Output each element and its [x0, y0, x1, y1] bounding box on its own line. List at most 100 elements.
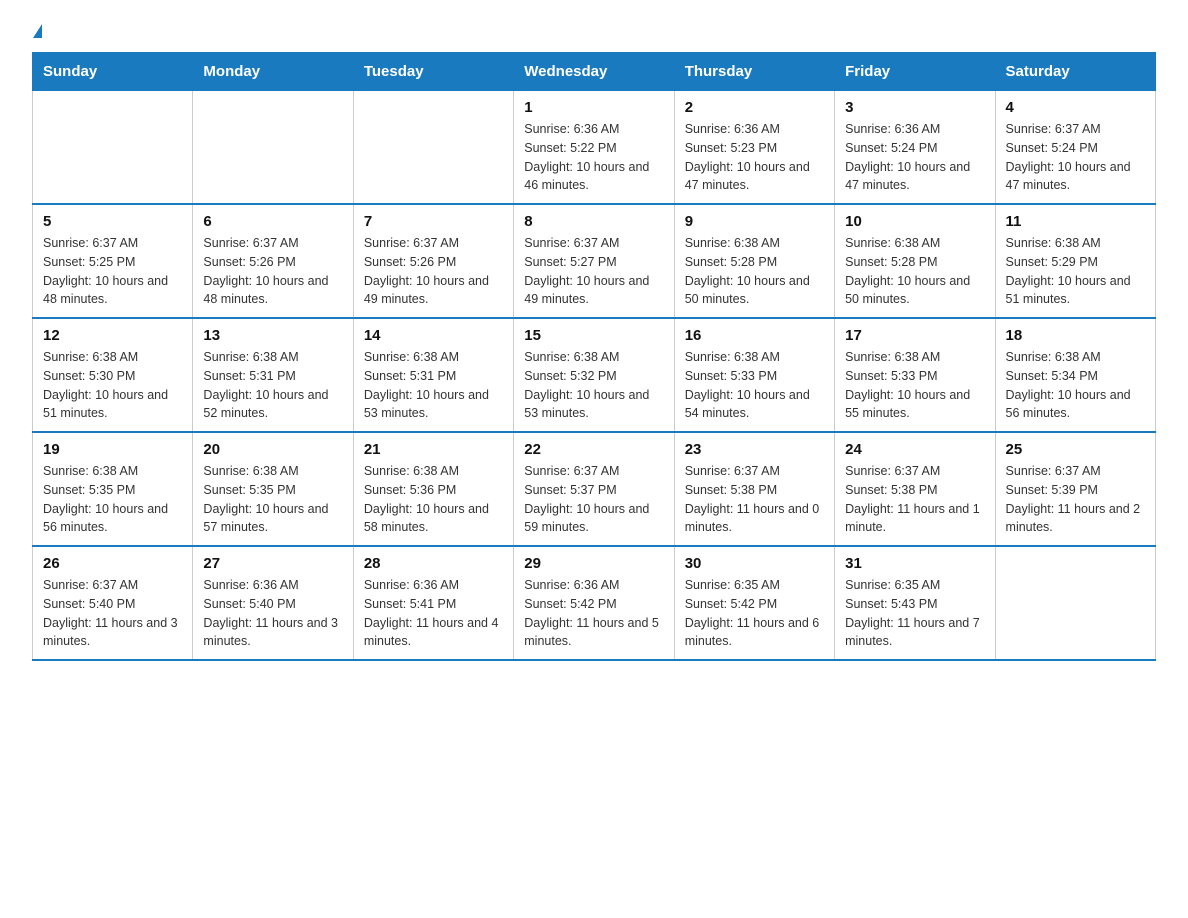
calendar-cell: 2 Sunrise: 6:36 AMSunset: 5:23 PMDaylight…	[674, 91, 834, 205]
calendar-cell: 8 Sunrise: 6:37 AMSunset: 5:27 PMDaylight…	[514, 204, 674, 318]
day-info: Sunrise: 6:37 AMSunset: 5:26 PMDaylight:…	[364, 234, 503, 309]
calendar-cell: 26 Sunrise: 6:37 AMSunset: 5:40 PMDayligh…	[33, 546, 193, 660]
calendar-cell: 6 Sunrise: 6:37 AMSunset: 5:26 PMDaylight…	[193, 204, 353, 318]
calendar-cell: 25 Sunrise: 6:37 AMSunset: 5:39 PMDayligh…	[995, 432, 1155, 546]
calendar-cell	[353, 91, 513, 205]
day-info: Sunrise: 6:38 AMSunset: 5:31 PMDaylight:…	[203, 348, 342, 423]
day-number: 8	[524, 213, 663, 230]
day-info: Sunrise: 6:37 AMSunset: 5:27 PMDaylight:…	[524, 234, 663, 309]
day-info: Sunrise: 6:38 AMSunset: 5:28 PMDaylight:…	[845, 234, 984, 309]
day-info: Sunrise: 6:38 AMSunset: 5:28 PMDaylight:…	[685, 234, 824, 309]
day-number: 15	[524, 327, 663, 344]
day-number: 25	[1006, 441, 1145, 458]
calendar-cell: 28 Sunrise: 6:36 AMSunset: 5:41 PMDayligh…	[353, 546, 513, 660]
calendar-cell: 30Sunrise: 6:35 AMSunset: 5:42 PMDayligh…	[674, 546, 834, 660]
calendar-cell: 10 Sunrise: 6:38 AMSunset: 5:28 PMDayligh…	[835, 204, 995, 318]
day-info: Sunrise: 6:37 AMSunset: 5:38 PMDaylight:…	[685, 462, 824, 537]
calendar-cell: 9 Sunrise: 6:38 AMSunset: 5:28 PMDaylight…	[674, 204, 834, 318]
day-number: 7	[364, 213, 503, 230]
day-number: 9	[685, 213, 824, 230]
day-info: Sunrise: 6:36 AMSunset: 5:24 PMDaylight:…	[845, 120, 984, 195]
calendar-header-wednesday: Wednesday	[514, 53, 674, 91]
day-number: 21	[364, 441, 503, 458]
calendar-cell: 23 Sunrise: 6:37 AMSunset: 5:38 PMDayligh…	[674, 432, 834, 546]
day-info: Sunrise: 6:37 AMSunset: 5:24 PMDaylight:…	[1006, 120, 1145, 195]
calendar-cell: 11Sunrise: 6:38 AMSunset: 5:29 PMDayligh…	[995, 204, 1155, 318]
calendar-cell: 31 Sunrise: 6:35 AMSunset: 5:43 PMDayligh…	[835, 546, 995, 660]
day-number: 4	[1006, 99, 1145, 116]
day-number: 17	[845, 327, 984, 344]
day-info: Sunrise: 6:37 AMSunset: 5:38 PMDaylight:…	[845, 462, 984, 537]
calendar-header-monday: Monday	[193, 53, 353, 91]
calendar-header-saturday: Saturday	[995, 53, 1155, 91]
day-info: Sunrise: 6:38 AMSunset: 5:30 PMDaylight:…	[43, 348, 182, 423]
logo	[32, 24, 43, 34]
page-header	[32, 24, 1156, 34]
day-info: Sunrise: 6:38 AMSunset: 5:31 PMDaylight:…	[364, 348, 503, 423]
calendar-week-3: 12 Sunrise: 6:38 AMSunset: 5:30 PMDayligh…	[33, 318, 1156, 432]
day-info: Sunrise: 6:38 AMSunset: 5:35 PMDaylight:…	[203, 462, 342, 537]
calendar-header-thursday: Thursday	[674, 53, 834, 91]
day-number: 20	[203, 441, 342, 458]
calendar-cell: 5 Sunrise: 6:37 AMSunset: 5:25 PMDaylight…	[33, 204, 193, 318]
day-number: 30	[685, 555, 824, 572]
calendar-cell: 19Sunrise: 6:38 AMSunset: 5:35 PMDayligh…	[33, 432, 193, 546]
day-info: Sunrise: 6:36 AMSunset: 5:23 PMDaylight:…	[685, 120, 824, 195]
day-info: Sunrise: 6:38 AMSunset: 5:36 PMDaylight:…	[364, 462, 503, 537]
day-number: 23	[685, 441, 824, 458]
calendar-cell: 14 Sunrise: 6:38 AMSunset: 5:31 PMDayligh…	[353, 318, 513, 432]
calendar-cell: 24 Sunrise: 6:37 AMSunset: 5:38 PMDayligh…	[835, 432, 995, 546]
calendar-header-sunday: Sunday	[33, 53, 193, 91]
day-number: 18	[1006, 327, 1145, 344]
calendar-cell: 22Sunrise: 6:37 AMSunset: 5:37 PMDayligh…	[514, 432, 674, 546]
calendar-week-2: 5 Sunrise: 6:37 AMSunset: 5:25 PMDaylight…	[33, 204, 1156, 318]
calendar-week-4: 19Sunrise: 6:38 AMSunset: 5:35 PMDayligh…	[33, 432, 1156, 546]
calendar-cell: 29Sunrise: 6:36 AMSunset: 5:42 PMDayligh…	[514, 546, 674, 660]
day-info: Sunrise: 6:38 AMSunset: 5:33 PMDaylight:…	[845, 348, 984, 423]
day-number: 27	[203, 555, 342, 572]
calendar-cell: 21 Sunrise: 6:38 AMSunset: 5:36 PMDayligh…	[353, 432, 513, 546]
day-number: 26	[43, 555, 182, 572]
calendar-cell	[33, 91, 193, 205]
day-number: 16	[685, 327, 824, 344]
day-info: Sunrise: 6:36 AMSunset: 5:22 PMDaylight:…	[524, 120, 663, 195]
calendar-week-1: 1 Sunrise: 6:36 AMSunset: 5:22 PMDaylight…	[33, 91, 1156, 205]
calendar-cell: 17 Sunrise: 6:38 AMSunset: 5:33 PMDayligh…	[835, 318, 995, 432]
day-info: Sunrise: 6:38 AMSunset: 5:35 PMDaylight:…	[43, 462, 182, 537]
day-number: 10	[845, 213, 984, 230]
calendar-cell	[995, 546, 1155, 660]
day-number: 31	[845, 555, 984, 572]
calendar-cell: 27Sunrise: 6:36 AMSunset: 5:40 PMDayligh…	[193, 546, 353, 660]
day-info: Sunrise: 6:38 AMSunset: 5:34 PMDaylight:…	[1006, 348, 1145, 423]
day-number: 11	[1006, 213, 1145, 230]
day-info: Sunrise: 6:35 AMSunset: 5:43 PMDaylight:…	[845, 576, 984, 651]
day-info: Sunrise: 6:37 AMSunset: 5:26 PMDaylight:…	[203, 234, 342, 309]
day-number: 12	[43, 327, 182, 344]
calendar-cell	[193, 91, 353, 205]
calendar-cell: 13 Sunrise: 6:38 AMSunset: 5:31 PMDayligh…	[193, 318, 353, 432]
calendar-cell: 4 Sunrise: 6:37 AMSunset: 5:24 PMDaylight…	[995, 91, 1155, 205]
day-info: Sunrise: 6:37 AMSunset: 5:25 PMDaylight:…	[43, 234, 182, 309]
calendar-cell: 7 Sunrise: 6:37 AMSunset: 5:26 PMDaylight…	[353, 204, 513, 318]
calendar-cell: 18 Sunrise: 6:38 AMSunset: 5:34 PMDayligh…	[995, 318, 1155, 432]
day-number: 2	[685, 99, 824, 116]
calendar-header-tuesday: Tuesday	[353, 53, 513, 91]
calendar-cell: 12 Sunrise: 6:38 AMSunset: 5:30 PMDayligh…	[33, 318, 193, 432]
calendar-header-row: SundayMondayTuesdayWednesdayThursdayFrid…	[33, 53, 1156, 91]
day-number: 29	[524, 555, 663, 572]
day-number: 6	[203, 213, 342, 230]
day-number: 3	[845, 99, 984, 116]
day-number: 1	[524, 99, 663, 116]
day-number: 28	[364, 555, 503, 572]
day-info: Sunrise: 6:37 AMSunset: 5:39 PMDaylight:…	[1006, 462, 1145, 537]
day-number: 5	[43, 213, 182, 230]
calendar-cell: 16Sunrise: 6:38 AMSunset: 5:33 PMDayligh…	[674, 318, 834, 432]
day-number: 13	[203, 327, 342, 344]
day-info: Sunrise: 6:37 AMSunset: 5:40 PMDaylight:…	[43, 576, 182, 651]
day-info: Sunrise: 6:36 AMSunset: 5:41 PMDaylight:…	[364, 576, 503, 651]
day-number: 14	[364, 327, 503, 344]
day-number: 24	[845, 441, 984, 458]
calendar-header-friday: Friday	[835, 53, 995, 91]
calendar-table: SundayMondayTuesdayWednesdayThursdayFrid…	[32, 52, 1156, 661]
calendar-cell: 3 Sunrise: 6:36 AMSunset: 5:24 PMDaylight…	[835, 91, 995, 205]
